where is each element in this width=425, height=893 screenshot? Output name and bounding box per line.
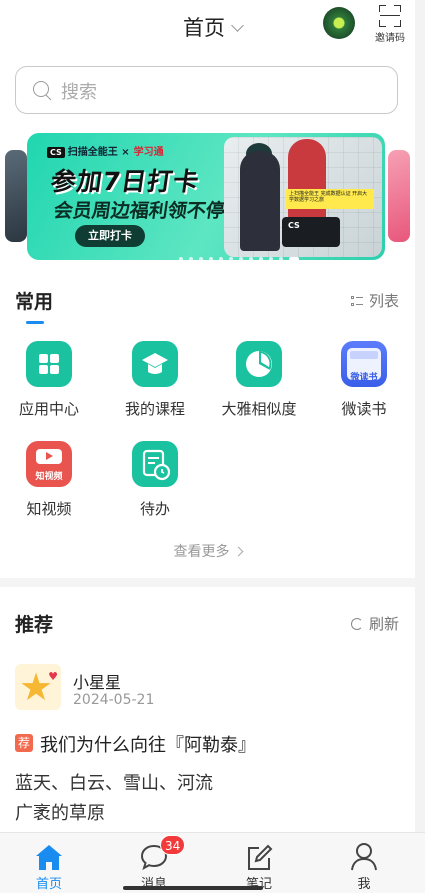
scan-icon [379,5,401,27]
app-label: 知视频 [26,500,72,518]
app-label: 我的课程 [124,400,185,418]
refresh-label: 刷新 [368,615,399,633]
carousel-dot[interactable] [229,256,233,260]
post-title[interactable]: 我们为什么向往『阿勒泰』 [40,731,256,757]
banner-brand: 扫描全能王 [67,147,118,158]
book-icon-text: 微读书 [350,373,378,383]
list-icon [350,296,363,307]
heart-icon: ♥ [48,670,58,683]
invite-code-button[interactable]: 邀请码 [370,5,410,44]
scrollbar-track[interactable] [415,0,425,892]
user-avatar[interactable]: ★ ♥ [15,664,61,710]
section-divider [0,578,415,587]
list-view-button[interactable]: 列表 [350,290,399,311]
bottom-tab-bar: 首页 消息 笔记 我 [0,832,425,893]
app-zhi-video[interactable]: 知视频 知视频 [0,441,101,519]
graduation-cap-icon [132,341,178,387]
carousel-dot[interactable] [209,256,213,260]
grid-icon [26,341,72,387]
recommend-tag: 荐 [15,734,33,752]
post-date: 2024-05-21 [73,692,155,708]
carousel-dot[interactable] [219,256,223,260]
carousel-dot[interactable] [279,256,283,260]
message-badge: 34 [160,835,186,855]
app-label: 待办 [139,500,170,518]
chevron-down-icon [231,19,244,32]
app-wei-reading[interactable]: 微读书 微读书 [312,341,416,419]
app-todo[interactable]: 待办 [103,441,207,519]
note-edit-icon [248,844,273,870]
search-icon [33,81,49,97]
app-daya-similarity[interactable]: 大雅相似度 [207,341,311,419]
banner-card: CS [282,217,340,247]
home-icon [36,845,62,870]
chevron-right-icon [233,546,243,557]
todo-clock-icon [132,441,178,487]
search-input[interactable]: 搜索 [15,66,398,114]
home-indicator[interactable] [123,886,263,890]
page-title: 首页 [183,16,225,40]
banner-illustration: 上扫描全能王 完成数据认证 开启大学数据学习之旅 CS [224,137,382,257]
page-title-dropdown[interactable]: 首页 [0,12,425,42]
view-more-link[interactable]: 查看更多 [0,541,415,561]
post-author[interactable]: 小星星 [73,669,121,693]
banner-subheadline: 会员周边福利领不停 [52,200,227,222]
video-icon: 知视频 [26,441,72,487]
tab-label: 首页 [35,877,62,892]
app-my-courses[interactable]: 我的课程 [103,341,207,419]
carousel-dot[interactable] [189,256,193,260]
banner-logo: CS 扫描全能王 × 学习通 [47,143,164,158]
app-center[interactable]: 应用中心 [0,341,101,419]
common-section-title: 常用 [15,291,54,313]
promo-banner[interactable]: CS 扫描全能王 × 学习通 参加7日打卡 会员周边福利领不停 立即打卡 上扫描全能… [27,133,385,260]
tab-label: 我 [357,877,371,892]
app-label: 应用中心 [18,400,79,418]
carousel-dot[interactable] [249,256,253,260]
carousel-dot[interactable] [259,256,263,260]
banner-headline: 参加7日打卡 [48,167,202,196]
refresh-icon [350,618,363,630]
pie-chart-icon [236,341,282,387]
carousel-dots [179,248,305,260]
banner-note: 上扫描全能王 完成数据认证 开启大学数据学习之旅 [286,189,374,209]
banner-brand-separator: × [121,147,130,158]
app-label: 大雅相似度 [221,400,297,418]
list-view-label: 列表 [368,292,399,310]
refresh-button[interactable]: 刷新 [350,613,399,634]
post-text-line: 广袤的草原 [15,803,105,824]
carousel-dot[interactable] [179,256,183,260]
search-placeholder: 搜索 [61,82,97,103]
carousel-dot[interactable] [269,256,273,260]
video-icon-text: 知视频 [35,472,63,482]
carousel-dot[interactable] [289,256,299,260]
banner-checkin-button[interactable]: 立即打卡 [75,225,145,247]
view-more-label: 查看更多 [173,544,230,560]
camscanner-logo-icon: CS [47,147,65,158]
carousel-dot[interactable] [239,256,243,260]
recommend-section-title: 推荐 [15,614,54,636]
carousel-dot[interactable] [199,256,203,260]
avatar[interactable] [323,7,355,39]
app-label: 微读书 [341,400,387,418]
post-text-line: 蓝天、白云、雪山、河流 [15,773,213,794]
carousel-prev-card[interactable] [5,150,27,242]
user-icon [351,843,377,871]
banner-partner: 学习通 [133,147,164,158]
invite-code-label: 邀请码 [375,33,405,44]
carousel-next-card[interactable] [388,150,410,242]
book-icon: 微读书 [341,341,387,387]
section-underline [26,321,44,324]
